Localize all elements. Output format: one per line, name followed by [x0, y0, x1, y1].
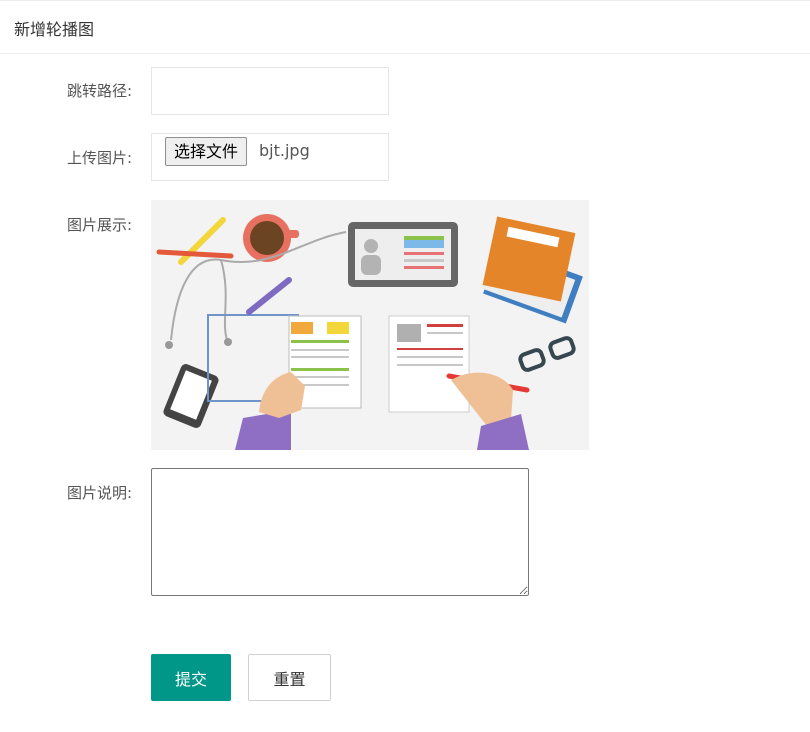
study-desk-illustration — [151, 200, 589, 450]
link-label: 跳转路径: — [66, 82, 132, 100]
page-title: 新增轮播图 — [14, 20, 95, 39]
reset-button[interactable]: 重置 — [248, 654, 331, 701]
submit-button[interactable]: 提交 — [151, 654, 231, 701]
upload-label: 上传图片: — [66, 149, 132, 167]
file-name: bjt.jpg — [259, 141, 310, 160]
link-field[interactable] — [151, 67, 389, 115]
choose-file-button[interactable]: 选择文件 — [165, 137, 248, 166]
page-header: 新增轮播图 — [0, 0, 810, 54]
upload-field: 选择文件 bjt.jpg — [151, 133, 389, 181]
description-textarea[interactable] — [151, 468, 529, 596]
preview-label: 图片展示: — [66, 216, 132, 234]
image-preview — [151, 200, 589, 450]
description-label: 图片说明: — [66, 484, 132, 502]
link-input[interactable] — [152, 68, 388, 114]
